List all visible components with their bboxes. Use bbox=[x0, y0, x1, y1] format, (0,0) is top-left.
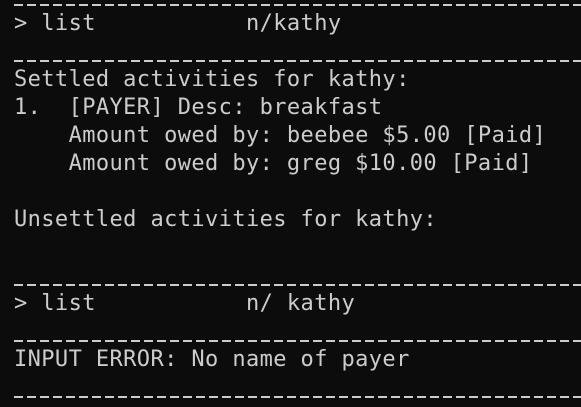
output-line: Settled activities for kathy: bbox=[14, 67, 410, 92]
output-line: Unsettled activities for kathy: bbox=[14, 207, 437, 232]
output-line: 1. [PAYER] Desc: breakfast bbox=[14, 95, 383, 120]
separator-line bbox=[14, 284, 581, 286]
separator-line bbox=[14, 4, 581, 6]
separator-line bbox=[14, 396, 581, 398]
output-line: Amount owed by: greg $10.00 [Paid] bbox=[14, 151, 533, 176]
terminal-window[interactable]: > list n/kathy Settled activities for ka… bbox=[0, 0, 581, 407]
output-line: Amount owed by: beebee $5.00 [Paid] bbox=[14, 123, 547, 148]
separator-line bbox=[14, 60, 581, 62]
command-line: > list n/ kathy bbox=[14, 291, 356, 316]
command-line: > list n/kathy bbox=[14, 11, 342, 36]
separator-line bbox=[14, 340, 581, 342]
error-line: INPUT ERROR: No name of payer bbox=[14, 347, 410, 372]
